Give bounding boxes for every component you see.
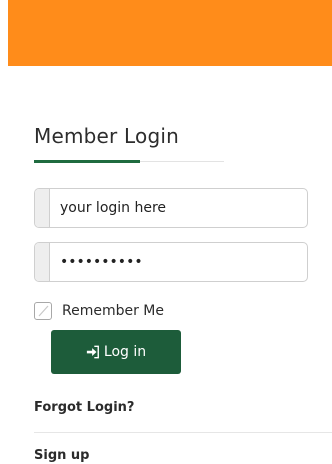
checkbox-mark-icon (38, 305, 49, 317)
top-banner (8, 0, 332, 66)
remember-me-label: Remember Me (62, 303, 164, 319)
username-addon (35, 189, 50, 227)
password-addon (35, 243, 50, 281)
sign-up-link[interactable]: Sign up (34, 448, 89, 463)
login-page: Member Login Remember Me Log in Forgot L… (0, 0, 332, 464)
remember-me-row: Remember Me (34, 302, 164, 320)
password-input[interactable] (50, 243, 307, 281)
links-divider (34, 432, 332, 433)
title-divider-accent (34, 160, 140, 163)
remember-me-checkbox[interactable] (34, 302, 52, 320)
password-field-group (34, 242, 308, 282)
sign-in-icon (86, 345, 99, 359)
username-field-group (34, 188, 308, 228)
username-input[interactable] (50, 189, 307, 227)
login-button[interactable]: Log in (51, 330, 181, 374)
forgot-login-link[interactable]: Forgot Login? (34, 400, 134, 415)
page-title: Member Login (34, 124, 179, 148)
login-button-label: Log in (103, 344, 147, 360)
